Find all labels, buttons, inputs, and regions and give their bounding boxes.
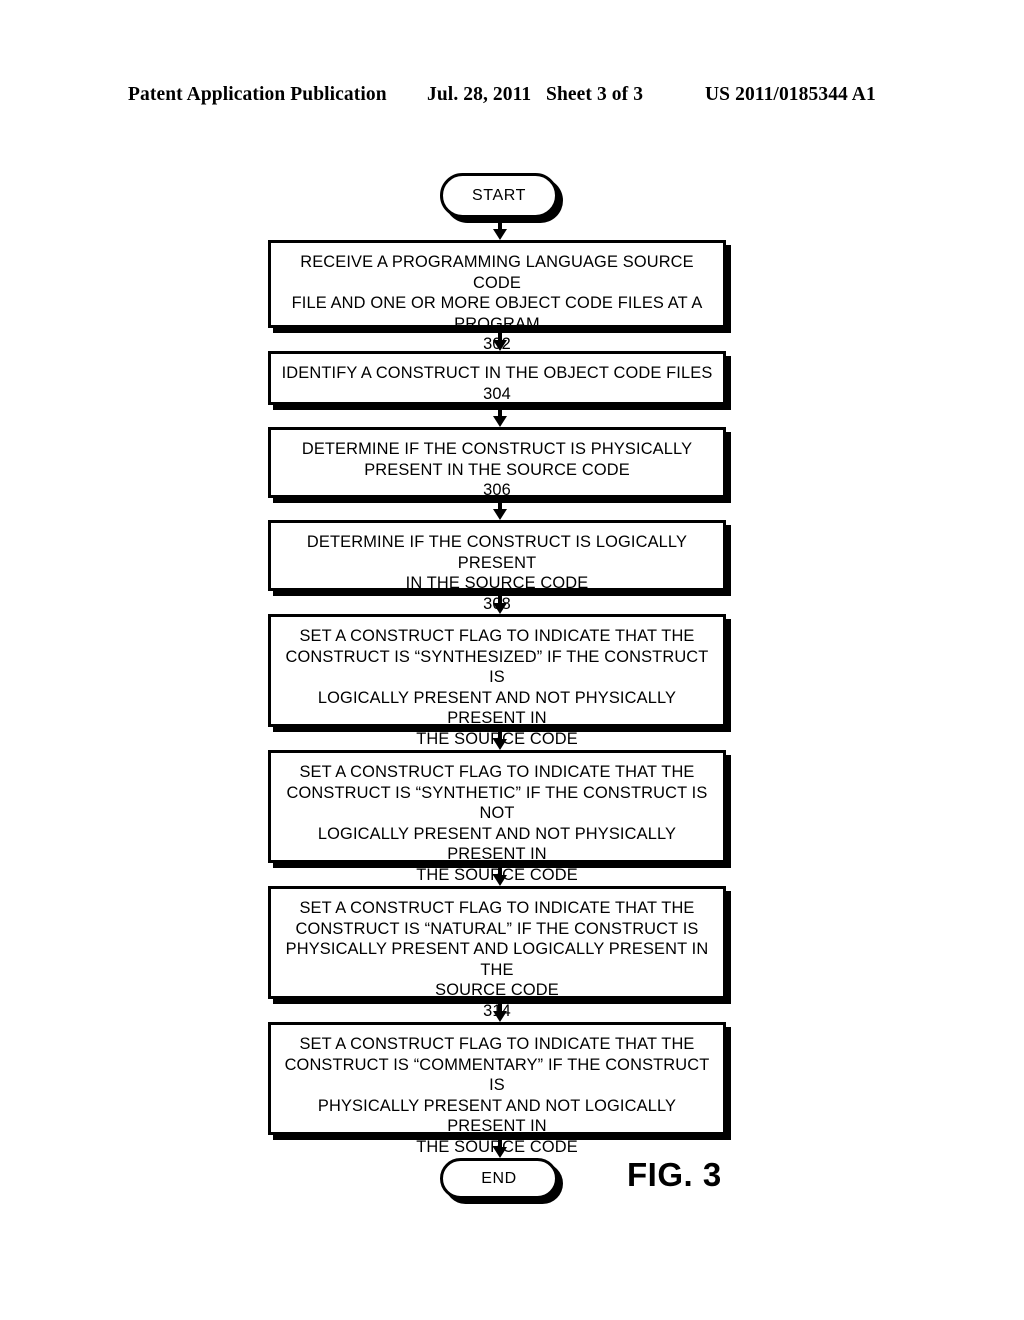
flow-edge-302-304	[493, 328, 507, 351]
flow-node-312: SET A CONSTRUCT FLAG TO INDICATE THAT TH…	[268, 750, 726, 904]
flow-node-308: DETERMINE IF THE CONSTRUCT IS LOGICALLY …	[268, 520, 726, 613]
flow-node-304-ref: 304	[483, 384, 511, 403]
edge-stem	[498, 405, 502, 416]
flow-node-302: RECEIVE A PROGRAMMING LANGUAGE SOURCE CO…	[268, 240, 726, 353]
flow-edge-304-306	[493, 405, 507, 427]
arrowhead-icon	[493, 416, 507, 427]
flow-edge-312-314	[493, 863, 507, 886]
arrowhead-icon	[493, 229, 507, 240]
figure-caption: FIG. 3	[627, 1156, 722, 1193]
flow-edge-306-308	[493, 498, 507, 520]
edge-stem	[498, 591, 502, 603]
edge-stem	[498, 498, 502, 509]
flow-node-start-label: START	[472, 186, 526, 204]
arrowhead-icon	[493, 509, 507, 520]
arrowhead-icon	[493, 1147, 507, 1158]
flow-node-314: SET A CONSTRUCT FLAG TO INDICATE THAT TH…	[268, 886, 726, 1020]
flow-node-316: SET A CONSTRUCT FLAG TO INDICATE THAT TH…	[268, 1022, 726, 1176]
edge-stem	[498, 328, 502, 340]
flow-node-314-text: SET A CONSTRUCT FLAG TO INDICATE THAT TH…	[285, 899, 709, 999]
edge-stem	[498, 863, 502, 875]
flow-edge-316-end	[493, 1135, 507, 1158]
edge-stem	[498, 727, 502, 739]
flow-edge-308-310	[493, 591, 507, 614]
flow-node-306: DETERMINE IF THE CONSTRUCT IS PHYSICALLY…	[268, 427, 726, 499]
flow-edge-310-312	[493, 727, 507, 750]
arrowhead-icon	[493, 875, 507, 886]
edge-stem	[498, 1135, 502, 1147]
flow-node-end-label: END	[481, 1169, 517, 1187]
flow-edge-start-302	[493, 218, 507, 240]
flowchart-diagram: START RECEIVE A PROGRAMMING LANGUAGE SOU…	[0, 0, 1024, 1320]
flow-node-end: END	[440, 1158, 558, 1199]
flow-edge-314-316	[493, 999, 507, 1022]
flow-node-304-text: IDENTIFY A CONSTRUCT IN THE OBJECT CODE …	[281, 364, 713, 382]
arrowhead-icon	[493, 603, 507, 614]
edge-stem	[498, 999, 502, 1011]
arrowhead-icon	[493, 340, 507, 351]
flow-node-304: IDENTIFY A CONSTRUCT IN THE OBJECT CODE …	[268, 351, 726, 405]
flow-node-308-text: DETERMINE IF THE CONSTRUCT IS LOGICALLY …	[306, 533, 688, 592]
arrowhead-icon	[493, 1011, 507, 1022]
flow-node-302-text: RECEIVE A PROGRAMMING LANGUAGE SOURCE CO…	[291, 253, 703, 333]
arrowhead-icon	[493, 739, 507, 750]
flow-node-306-text: DETERMINE IF THE CONSTRUCT IS PHYSICALLY…	[301, 440, 693, 479]
flow-node-start: START	[440, 173, 558, 218]
flow-node-310: SET A CONSTRUCT FLAG TO INDICATE THAT TH…	[268, 614, 726, 768]
